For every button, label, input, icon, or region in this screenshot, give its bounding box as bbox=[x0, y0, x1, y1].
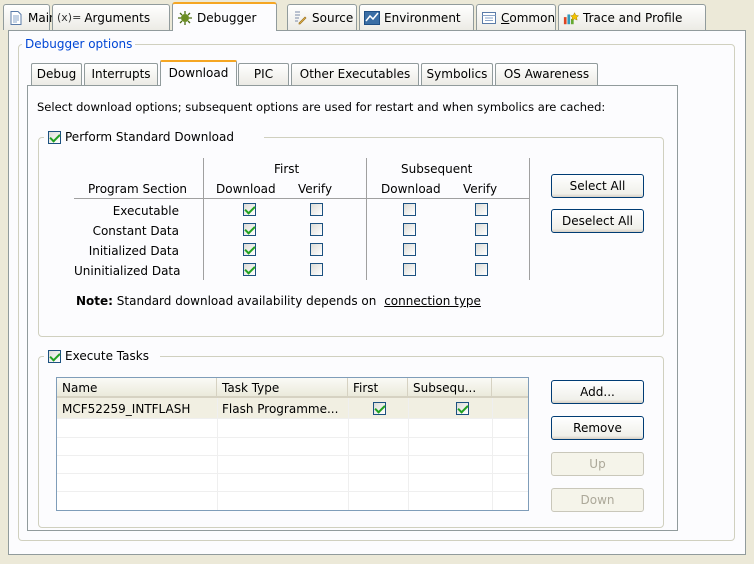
subtab-other-executables[interactable]: Other Executables bbox=[291, 63, 419, 85]
move-down-button[interactable]: Down bbox=[551, 488, 644, 512]
subtab-pic[interactable]: PIC bbox=[238, 63, 289, 85]
col-name-header[interactable]: Name bbox=[57, 378, 217, 398]
uninitialized-data-first-download-checkbox[interactable] bbox=[243, 263, 256, 276]
grid-divider-1 bbox=[203, 158, 204, 280]
execute-tasks-checkbox[interactable] bbox=[48, 350, 61, 363]
header-subsequent-download: Download bbox=[381, 182, 441, 196]
executable-subsequent-download-checkbox[interactable] bbox=[403, 203, 416, 216]
col-task-type-header[interactable]: Task Type bbox=[217, 378, 348, 398]
row-constant-data-label: Constant Data bbox=[92, 224, 179, 238]
initialized-data-subsequent-download-checkbox[interactable] bbox=[403, 243, 416, 256]
col-divider bbox=[408, 398, 409, 510]
move-up-button[interactable]: Up bbox=[551, 452, 644, 476]
tab-source[interactable]: Source bbox=[287, 4, 357, 30]
row-divider bbox=[57, 418, 528, 419]
constant-data-first-verify-checkbox[interactable] bbox=[310, 223, 323, 236]
tab-source-label: Source bbox=[312, 10, 354, 25]
grid-divider-2 bbox=[366, 158, 367, 280]
connection-type-link[interactable]: connection type bbox=[384, 294, 481, 308]
tab-common-label: Common bbox=[501, 10, 556, 25]
tab-common[interactable]: Common bbox=[476, 4, 556, 30]
header-first-download: Download bbox=[216, 182, 276, 196]
grid-divider-3 bbox=[529, 158, 530, 280]
tab-environment-label: Environment bbox=[384, 10, 461, 25]
initialized-data-first-verify-checkbox[interactable] bbox=[310, 243, 323, 256]
tab-arguments-label: Arguments bbox=[84, 10, 151, 25]
tasks-table[interactable]: Name Task Type First Subsequ... MCF52259… bbox=[56, 377, 529, 511]
row-uninitialized-data-label: Uninitialized Data bbox=[74, 264, 181, 278]
executable-first-download-checkbox[interactable] bbox=[243, 203, 256, 216]
tab-environment[interactable]: Environment bbox=[359, 4, 474, 30]
tab-main[interactable]: Main bbox=[3, 4, 57, 30]
header-program-section: Program Section bbox=[88, 182, 188, 196]
subtab-symbolics[interactable]: Symbolics bbox=[421, 63, 493, 85]
row-divider bbox=[57, 455, 528, 456]
arguments-icon: (x)= bbox=[57, 11, 82, 24]
col-divider bbox=[492, 398, 493, 510]
add-task-button[interactable]: Add... bbox=[551, 380, 644, 404]
col-filler-header bbox=[492, 378, 528, 398]
task-name-cell: MCF52259_INTFLASH bbox=[62, 402, 191, 416]
tab-debugger[interactable]: Debugger bbox=[172, 2, 277, 31]
initialized-data-first-download-checkbox[interactable] bbox=[243, 243, 256, 256]
subtab-download[interactable]: Download bbox=[160, 60, 237, 86]
tab-trace-profile-label: Trace and Profile bbox=[583, 10, 683, 25]
task-subsequent-checkbox[interactable] bbox=[456, 402, 469, 415]
row-executable-label: Executable bbox=[112, 204, 179, 218]
col-subsequent-header[interactable]: Subsequ... bbox=[408, 378, 492, 398]
execute-tasks-label[interactable]: Execute Tasks bbox=[65, 349, 149, 363]
download-description: Select download options; subsequent opti… bbox=[37, 100, 606, 114]
col-divider bbox=[217, 398, 218, 510]
constant-data-subsequent-download-checkbox[interactable] bbox=[403, 223, 416, 236]
subtab-os-awareness[interactable]: OS Awareness bbox=[495, 63, 598, 85]
uninitialized-data-subsequent-verify-checkbox[interactable] bbox=[475, 263, 488, 276]
header-first: First bbox=[274, 162, 300, 176]
subtab-interrupts[interactable]: Interrupts bbox=[84, 63, 158, 85]
note-text: Standard download availability depends o… bbox=[116, 294, 377, 308]
row-divider bbox=[57, 437, 528, 438]
constant-data-subsequent-verify-checkbox[interactable] bbox=[475, 223, 488, 236]
executable-subsequent-verify-checkbox[interactable] bbox=[475, 203, 488, 216]
deselect-all-button[interactable]: Deselect All bbox=[551, 209, 644, 233]
uninitialized-data-first-verify-checkbox[interactable] bbox=[310, 263, 323, 276]
row-divider bbox=[57, 491, 528, 492]
tab-debugger-label: Debugger bbox=[197, 10, 257, 25]
debugger-options-title: Debugger options bbox=[22, 37, 136, 51]
source-icon bbox=[292, 10, 308, 26]
initialized-data-subsequent-verify-checkbox[interactable] bbox=[475, 243, 488, 256]
task-type-cell: Flash Programme... bbox=[222, 402, 339, 416]
download-note: Note: Standard download availability dep… bbox=[76, 294, 481, 308]
environment-icon bbox=[364, 10, 380, 26]
uninitialized-data-subsequent-download-checkbox[interactable] bbox=[403, 263, 416, 276]
debugger-bug-icon bbox=[177, 10, 193, 26]
subtab-debug[interactable]: Debug bbox=[31, 63, 82, 85]
col-divider bbox=[348, 398, 349, 510]
header-first-verify: Verify bbox=[298, 182, 333, 196]
row-initialized-data-label: Initialized Data bbox=[88, 244, 179, 258]
remove-task-button[interactable]: Remove bbox=[551, 416, 644, 440]
col-first-header[interactable]: First bbox=[348, 378, 408, 398]
header-subsequent-verify: Verify bbox=[463, 182, 498, 196]
tab-arguments[interactable]: (x)= Arguments bbox=[52, 4, 170, 30]
header-subsequent: Subsequent bbox=[401, 162, 473, 176]
tab-trace-and-profile[interactable]: Trace and Profile bbox=[558, 4, 706, 30]
trace-profile-icon bbox=[563, 10, 579, 26]
document-icon bbox=[8, 10, 24, 26]
grid-header-line bbox=[74, 198, 530, 199]
perform-standard-download-checkbox[interactable] bbox=[48, 131, 61, 144]
perform-standard-download-label[interactable]: Perform Standard Download bbox=[65, 130, 234, 144]
constant-data-first-download-checkbox[interactable] bbox=[243, 223, 256, 236]
task-first-checkbox[interactable] bbox=[373, 402, 386, 415]
executable-first-verify-checkbox[interactable] bbox=[310, 203, 323, 216]
note-bold: Note: bbox=[76, 294, 113, 308]
row-divider bbox=[57, 473, 528, 474]
select-all-button[interactable]: Select All bbox=[551, 174, 644, 198]
common-icon bbox=[481, 10, 497, 26]
